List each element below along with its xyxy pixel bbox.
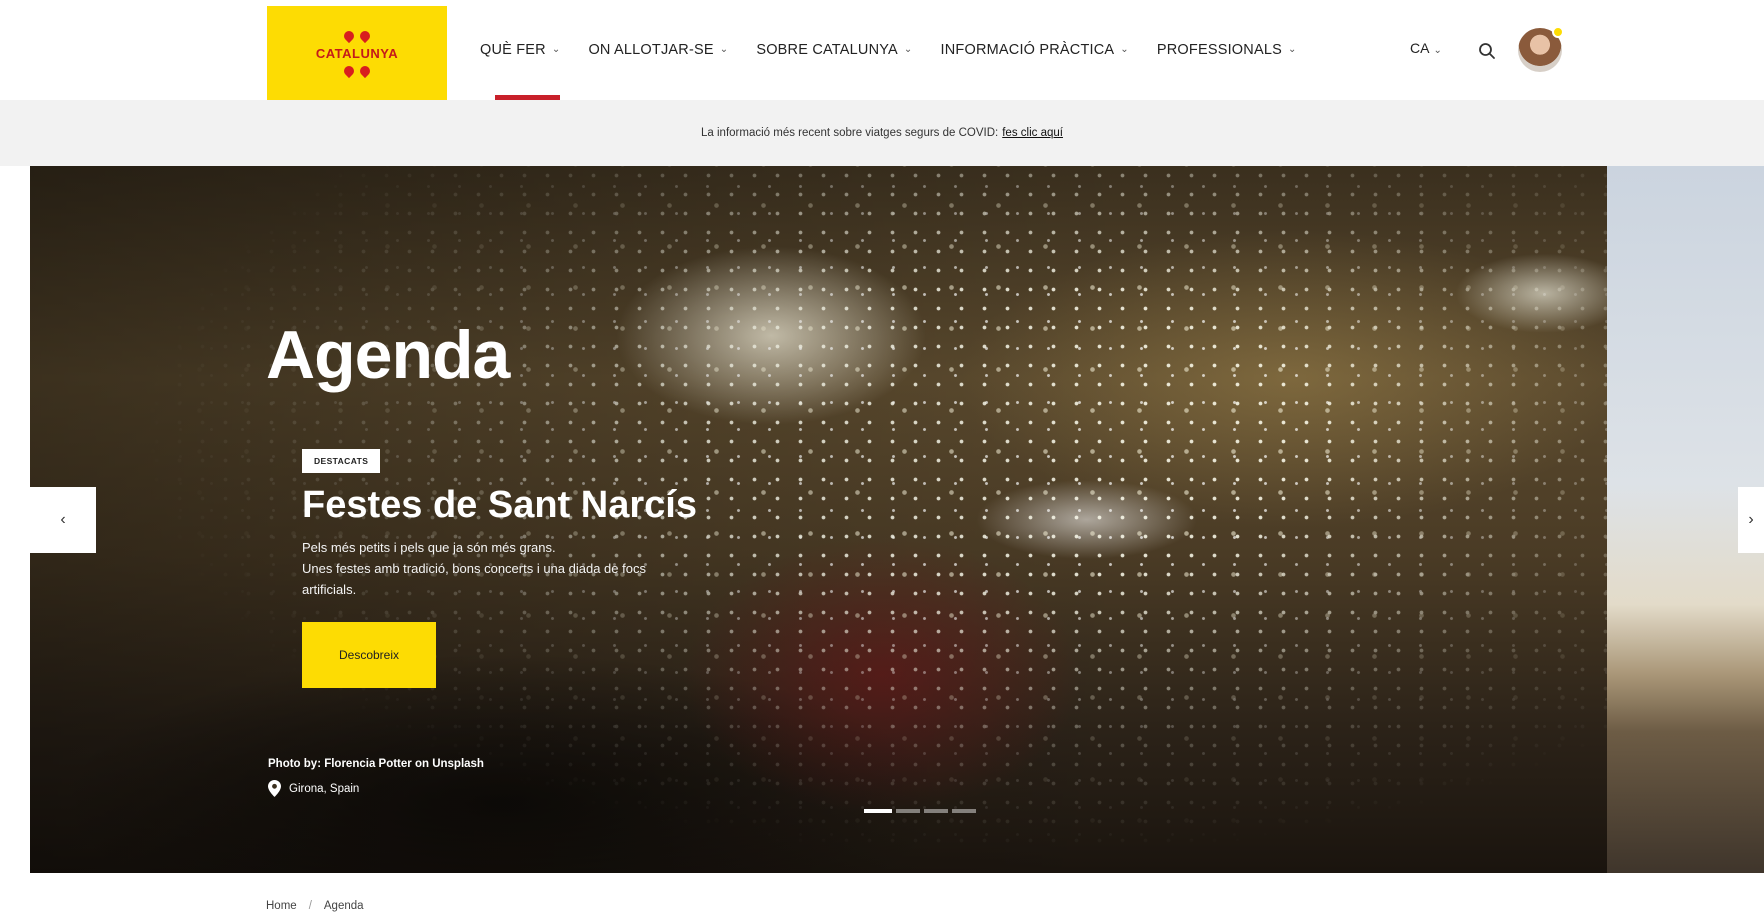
main-nav: QUÈ FER ⌄ ON ALLOTJAR-SE ⌄ SOBRE CATALUN…	[480, 0, 1325, 100]
notification-badge	[1552, 26, 1564, 38]
breadcrumb-current: Agenda	[323, 900, 364, 912]
slider-prev-button[interactable]: ‹	[30, 487, 96, 553]
chevron-down-icon: ⌄	[551, 43, 561, 55]
featured-badge: DESTACATS	[302, 449, 381, 473]
breadcrumb: Home / Agenda	[266, 900, 364, 912]
search-icon[interactable]	[1478, 42, 1496, 60]
logo-mark-bottom	[341, 63, 373, 78]
site-header: CATALUNYA QUÈ FER ⌄ ON ALLOTJAR-SE ⌄ SOB…	[0, 0, 1764, 100]
nav-item-label: SOBRE CATALUNYA	[756, 42, 898, 58]
slider-dot-3[interactable]	[924, 809, 948, 813]
language-label: CA	[1410, 40, 1430, 56]
chevron-right-icon: ›	[1748, 511, 1754, 528]
nav-item-label: PROFESSIONALS	[1156, 42, 1282, 58]
slider-pagination	[864, 809, 976, 813]
event-description-line: Unes festes amb tradició, bons concerts …	[302, 560, 646, 576]
location-pin-icon	[268, 780, 281, 797]
location-label: Girona, Spain	[289, 782, 360, 795]
nav-item-informacio-practica[interactable]: INFORMACIÓ PRÀCTICA ⌄	[941, 0, 1129, 100]
discover-button[interactable]: Descobreix	[302, 622, 436, 688]
event-description-line: Pels més petits i pels que ja són més gr…	[302, 540, 556, 555]
covid-info-link[interactable]: fes clic aquí	[1002, 127, 1063, 139]
chevron-down-icon: ⌄	[1120, 43, 1129, 55]
event-description-line: artificials.	[302, 581, 357, 597]
chevron-down-icon: ⌄	[719, 43, 729, 55]
photo-location: Girona, Spain	[268, 780, 359, 797]
language-selector[interactable]: CA ⌄	[1410, 40, 1442, 56]
nav-item-label: QUÈ FER	[480, 42, 546, 58]
slider-dot-2[interactable]	[896, 809, 920, 813]
logo-text: CATALUNYA	[315, 45, 399, 61]
nav-item-professionals[interactable]: PROFESSIONALS ⌄	[1157, 0, 1297, 100]
nav-item-label: INFORMACIÓ PRÀCTICA	[940, 42, 1115, 58]
chevron-down-icon: ⌄	[1433, 45, 1442, 56]
breadcrumb-home-link[interactable]: Home	[266, 900, 297, 912]
event-title: Festes de Sant Narcís	[302, 484, 697, 526]
slider-dot-1[interactable]	[864, 809, 892, 813]
hero-slider: Agenda DESTACATS Festes de Sant Narcís P…	[30, 166, 1607, 873]
chevron-down-icon: ⌄	[903, 43, 913, 55]
chevron-down-icon: ⌄	[1287, 43, 1297, 55]
chevron-left-icon: ‹	[60, 511, 66, 528]
event-description: Pels més petits i pels que ja són més gr…	[302, 538, 772, 600]
covid-info-bar: La informació més recent sobre viatges s…	[0, 100, 1764, 166]
nav-item-que-fer[interactable]: QUÈ FER ⌄	[480, 0, 561, 100]
catalunya-logo[interactable]: CATALUNYA	[267, 6, 447, 100]
nav-item-on-allotjar-se[interactable]: ON ALLOTJAR-SE ⌄	[588, 0, 728, 100]
slider-next-button[interactable]: ›	[1738, 487, 1764, 553]
user-avatar[interactable]	[1518, 26, 1564, 72]
logo-mark-top	[341, 28, 373, 43]
breadcrumb-separator: /	[308, 900, 312, 912]
photo-credit: Photo by: Florencia Potter on Unsplash	[268, 758, 484, 770]
nav-item-label: ON ALLOTJAR-SE	[588, 42, 714, 58]
slider-dot-4[interactable]	[952, 809, 976, 813]
page-title: Agenda	[266, 317, 510, 393]
covid-info-text: La informació més recent sobre viatges s…	[701, 127, 999, 139]
nav-item-sobre-catalunya[interactable]: SOBRE CATALUNYA ⌄	[756, 0, 912, 100]
